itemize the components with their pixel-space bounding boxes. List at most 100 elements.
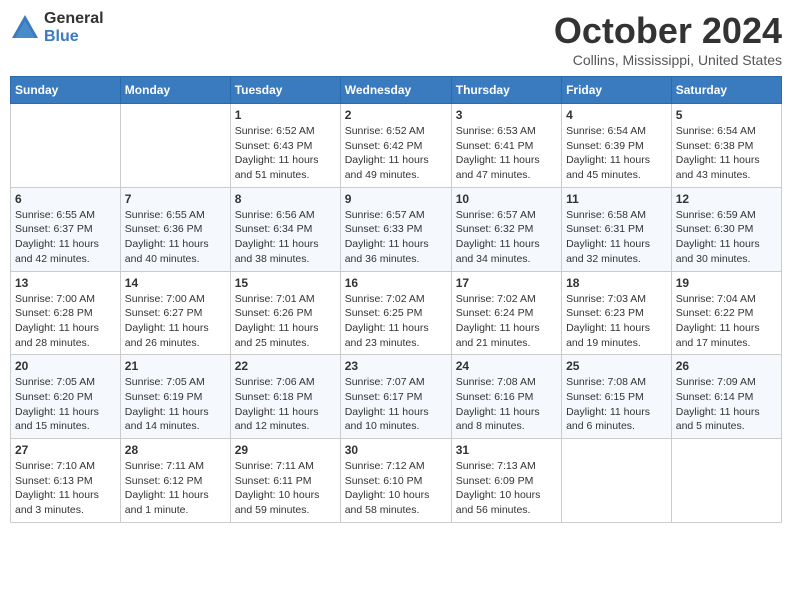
day-number: 10	[456, 192, 557, 206]
table-row	[562, 439, 672, 523]
day-number: 18	[566, 276, 667, 290]
logo-blue: Blue	[44, 28, 104, 46]
col-wednesday: Wednesday	[340, 77, 451, 104]
day-info: Sunrise: 7:12 AMSunset: 6:10 PMDaylight:…	[345, 459, 447, 518]
table-row	[120, 104, 230, 188]
day-number: 14	[125, 276, 226, 290]
title-area: October 2024 Collins, Mississippi, Unite…	[554, 10, 782, 68]
day-number: 9	[345, 192, 447, 206]
calendar-week-row: 6 Sunrise: 6:55 AMSunset: 6:37 PMDaylight…	[11, 187, 782, 271]
day-info: Sunrise: 7:09 AMSunset: 6:14 PMDaylight:…	[676, 375, 777, 434]
day-number: 13	[15, 276, 116, 290]
table-row: 22 Sunrise: 7:06 AMSunset: 6:18 PMDayligh…	[230, 355, 340, 439]
day-number: 21	[125, 359, 226, 373]
day-number: 22	[235, 359, 336, 373]
day-info: Sunrise: 7:02 AMSunset: 6:25 PMDaylight:…	[345, 292, 447, 351]
day-info: Sunrise: 6:53 AMSunset: 6:41 PMDaylight:…	[456, 124, 557, 183]
day-number: 2	[345, 108, 447, 122]
day-info: Sunrise: 7:10 AMSunset: 6:13 PMDaylight:…	[15, 459, 116, 518]
table-row: 4 Sunrise: 6:54 AMSunset: 6:39 PMDaylight…	[562, 104, 672, 188]
day-info: Sunrise: 7:11 AMSunset: 6:12 PMDaylight:…	[125, 459, 226, 518]
day-number: 28	[125, 443, 226, 457]
day-number: 31	[456, 443, 557, 457]
calendar-table: Sunday Monday Tuesday Wednesday Thursday…	[10, 76, 782, 523]
logo-text: General Blue	[44, 10, 104, 45]
day-number: 5	[676, 108, 777, 122]
table-row: 8 Sunrise: 6:56 AMSunset: 6:34 PMDaylight…	[230, 187, 340, 271]
day-info: Sunrise: 6:52 AMSunset: 6:42 PMDaylight:…	[345, 124, 447, 183]
table-row: 14 Sunrise: 7:00 AMSunset: 6:27 PMDayligh…	[120, 271, 230, 355]
month-title: October 2024	[554, 10, 782, 52]
day-number: 8	[235, 192, 336, 206]
logo-general: General	[44, 10, 104, 28]
table-row: 17Sunrise: 7:02 AMSunset: 6:24 PMDayligh…	[451, 271, 561, 355]
table-row: 7Sunrise: 6:55 AMSunset: 6:36 PMDaylight…	[120, 187, 230, 271]
day-number: 27	[15, 443, 116, 457]
location-title: Collins, Mississippi, United States	[554, 52, 782, 68]
table-row: 26Sunrise: 7:09 AMSunset: 6:14 PMDayligh…	[671, 355, 781, 439]
page-header: General Blue October 2024 Collins, Missi…	[10, 10, 782, 68]
table-row: 20 Sunrise: 7:05 AMSunset: 6:20 PMDayligh…	[11, 355, 121, 439]
table-row: 12Sunrise: 6:59 AMSunset: 6:30 PMDayligh…	[671, 187, 781, 271]
table-row: 24Sunrise: 7:08 AMSunset: 6:16 PMDayligh…	[451, 355, 561, 439]
table-row: 31 Sunrise: 7:13 AMSunset: 6:09 PMDayligh…	[451, 439, 561, 523]
col-thursday: Thursday	[451, 77, 561, 104]
day-number: 16	[345, 276, 447, 290]
day-number: 7	[125, 192, 226, 206]
table-row: 5 Sunrise: 6:54 AMSunset: 6:38 PMDaylight…	[671, 104, 781, 188]
day-info: Sunrise: 6:58 AMSunset: 6:31 PMDaylight:…	[566, 208, 667, 267]
day-number: 17	[456, 276, 557, 290]
day-info: Sunrise: 7:04 AMSunset: 6:22 PMDaylight:…	[676, 292, 777, 351]
calendar-week-row: 20 Sunrise: 7:05 AMSunset: 6:20 PMDayligh…	[11, 355, 782, 439]
day-number: 19	[676, 276, 777, 290]
day-info: Sunrise: 7:07 AMSunset: 6:17 PMDaylight:…	[345, 375, 447, 434]
col-sunday: Sunday	[11, 77, 121, 104]
day-number: 12	[676, 192, 777, 206]
day-info: Sunrise: 7:00 AMSunset: 6:27 PMDaylight:…	[125, 292, 226, 351]
col-saturday: Saturday	[671, 77, 781, 104]
day-info: Sunrise: 7:11 AMSunset: 6:11 PMDaylight:…	[235, 459, 336, 518]
col-tuesday: Tuesday	[230, 77, 340, 104]
day-number: 15	[235, 276, 336, 290]
day-number: 24	[456, 359, 557, 373]
day-number: 29	[235, 443, 336, 457]
day-info: Sunrise: 6:56 AMSunset: 6:34 PMDaylight:…	[235, 208, 336, 267]
col-monday: Monday	[120, 77, 230, 104]
table-row: 11 Sunrise: 6:58 AMSunset: 6:31 PMDayligh…	[562, 187, 672, 271]
day-info: Sunrise: 6:52 AMSunset: 6:43 PMDaylight:…	[235, 124, 336, 183]
calendar-header-row: Sunday Monday Tuesday Wednesday Thursday…	[11, 77, 782, 104]
day-info: Sunrise: 7:13 AMSunset: 6:09 PMDaylight:…	[456, 459, 557, 518]
day-info: Sunrise: 6:55 AMSunset: 6:37 PMDaylight:…	[15, 208, 116, 267]
day-info: Sunrise: 6:57 AMSunset: 6:32 PMDaylight:…	[456, 208, 557, 267]
day-info: Sunrise: 7:05 AMSunset: 6:20 PMDaylight:…	[15, 375, 116, 434]
table-row: 1Sunrise: 6:52 AMSunset: 6:43 PMDaylight…	[230, 104, 340, 188]
day-info: Sunrise: 7:03 AMSunset: 6:23 PMDaylight:…	[566, 292, 667, 351]
table-row: 19 Sunrise: 7:04 AMSunset: 6:22 PMDayligh…	[671, 271, 781, 355]
day-info: Sunrise: 7:00 AMSunset: 6:28 PMDaylight:…	[15, 292, 116, 351]
table-row: 6 Sunrise: 6:55 AMSunset: 6:37 PMDaylight…	[11, 187, 121, 271]
day-number: 23	[345, 359, 447, 373]
day-number: 6	[15, 192, 116, 206]
table-row: 29 Sunrise: 7:11 AMSunset: 6:11 PMDayligh…	[230, 439, 340, 523]
table-row: 27 Sunrise: 7:10 AMSunset: 6:13 PMDayligh…	[11, 439, 121, 523]
day-info: Sunrise: 6:57 AMSunset: 6:33 PMDaylight:…	[345, 208, 447, 267]
day-info: Sunrise: 7:01 AMSunset: 6:26 PMDaylight:…	[235, 292, 336, 351]
table-row: 18 Sunrise: 7:03 AMSunset: 6:23 PMDayligh…	[562, 271, 672, 355]
day-number: 25	[566, 359, 667, 373]
day-info: Sunrise: 6:54 AMSunset: 6:39 PMDaylight:…	[566, 124, 667, 183]
day-info: Sunrise: 6:54 AMSunset: 6:38 PMDaylight:…	[676, 124, 777, 183]
day-info: Sunrise: 7:06 AMSunset: 6:18 PMDaylight:…	[235, 375, 336, 434]
day-number: 11	[566, 192, 667, 206]
table-row: 9 Sunrise: 6:57 AMSunset: 6:33 PMDaylight…	[340, 187, 451, 271]
table-row: 15 Sunrise: 7:01 AMSunset: 6:26 PMDayligh…	[230, 271, 340, 355]
col-friday: Friday	[562, 77, 672, 104]
table-row: 3Sunrise: 6:53 AMSunset: 6:41 PMDaylight…	[451, 104, 561, 188]
day-number: 4	[566, 108, 667, 122]
table-row	[11, 104, 121, 188]
day-info: Sunrise: 7:05 AMSunset: 6:19 PMDaylight:…	[125, 375, 226, 434]
table-row: 28 Sunrise: 7:11 AMSunset: 6:12 PMDayligh…	[120, 439, 230, 523]
table-row: 16 Sunrise: 7:02 AMSunset: 6:25 PMDayligh…	[340, 271, 451, 355]
logo: General Blue	[10, 10, 104, 45]
day-number: 20	[15, 359, 116, 373]
table-row	[671, 439, 781, 523]
